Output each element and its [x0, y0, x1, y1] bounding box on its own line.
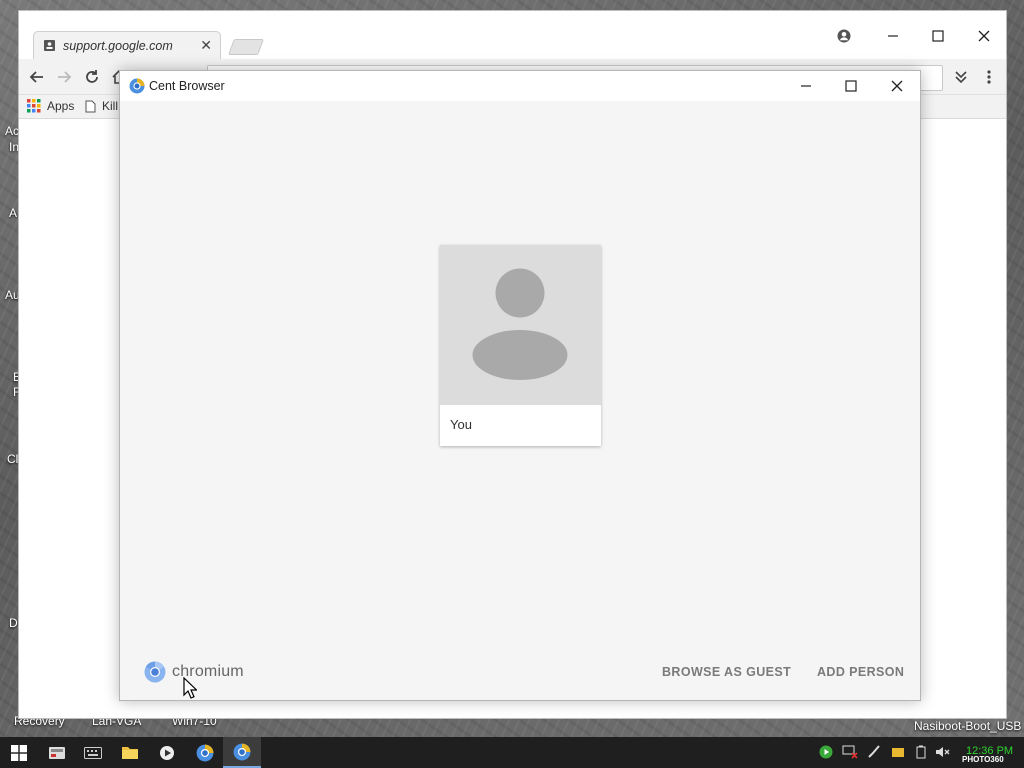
double-chevron-down-icon[interactable]: [949, 65, 973, 89]
cent-browser-active-taskbar-icon[interactable]: [223, 737, 261, 768]
play-tray-icon[interactable]: [817, 743, 835, 761]
maximize-icon[interactable]: [838, 75, 864, 97]
forward-icon[interactable]: [52, 65, 76, 89]
person-icon: [472, 268, 568, 380]
window-title: Cent Browser: [149, 79, 225, 93]
close-window-icon[interactable]: [884, 75, 910, 97]
cent-browser-icon: [129, 78, 145, 94]
browser-tab[interactable]: support.google.com ✕: [33, 31, 221, 59]
taskbar: 12:36 PM: [0, 737, 1024, 768]
menu-dots-icon[interactable]: [977, 65, 1001, 89]
desktop-icon-label: Ac: [5, 124, 20, 138]
close-window-icon[interactable]: [972, 25, 996, 47]
desktop-icon-label: D: [9, 616, 18, 630]
battery-tray-icon[interactable]: [912, 743, 930, 761]
close-tab-icon[interactable]: ✕: [200, 37, 212, 54]
apps-grid-icon: [27, 99, 41, 113]
file-explorer-icon[interactable]: [111, 737, 149, 768]
minimize-icon[interactable]: [793, 75, 819, 97]
brush-tray-icon[interactable]: [865, 743, 883, 761]
cent-browser-taskbar-icon[interactable]: [186, 737, 224, 768]
browser-titlebar: support.google.com ✕: [19, 11, 1006, 59]
tab-title: support.google.com: [63, 38, 173, 53]
bookmark-label: Apps: [47, 99, 75, 113]
media-player-icon[interactable]: [148, 737, 186, 768]
picker-titlebar: Cent Browser: [120, 71, 920, 101]
desktop-icon-nasiboot[interactable]: Nasiboot-Boot_USB: [914, 719, 1021, 733]
folder-tray-icon[interactable]: [889, 743, 907, 761]
volume-muted-icon[interactable]: [934, 743, 952, 761]
profile-name: You: [450, 417, 472, 432]
reload-icon[interactable]: [80, 65, 104, 89]
avatar: [440, 245, 601, 405]
minimize-icon[interactable]: [881, 25, 905, 47]
bookmark-kill[interactable]: Kill: [85, 99, 118, 113]
desktop-icon-label: Cl: [7, 452, 19, 466]
windows-icon: [11, 744, 27, 761]
watermark: PHOTO360: [962, 755, 1004, 764]
desktop-icon-label: A: [9, 206, 18, 220]
bookmark-apps[interactable]: Apps: [27, 99, 74, 113]
chromium-icon: [144, 661, 166, 683]
page-icon: [42, 39, 56, 53]
new-tab-button[interactable]: [228, 39, 264, 55]
keyboard-icon[interactable]: [74, 737, 112, 768]
add-person-button[interactable]: ADD PERSON: [817, 661, 904, 683]
profile-card[interactable]: You: [440, 245, 601, 446]
start-button[interactable]: [0, 737, 38, 768]
network-tray-icon[interactable]: [841, 743, 859, 761]
back-icon[interactable]: [25, 65, 49, 89]
maximize-icon[interactable]: [926, 25, 950, 47]
profile-icon[interactable]: [832, 25, 856, 47]
page-icon: [85, 100, 96, 113]
mouse-cursor-icon: [183, 676, 198, 704]
profile-picker-window: Cent Browser You chromium BROWSE AS GUES…: [119, 70, 921, 701]
browse-as-guest-button[interactable]: BROWSE AS GUEST: [662, 661, 791, 683]
taskbar-app-icon[interactable]: [38, 737, 76, 768]
bookmark-label: Kill: [102, 99, 119, 113]
